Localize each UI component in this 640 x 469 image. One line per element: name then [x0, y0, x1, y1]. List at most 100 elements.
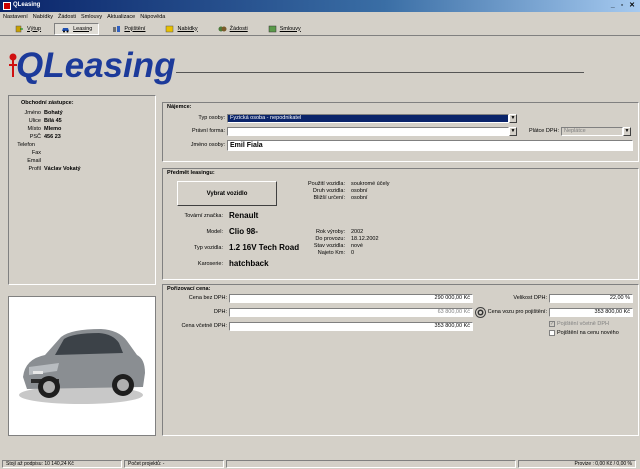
cena-vcetne-dph-input[interactable]: 353 800,00 Kč — [229, 322, 473, 331]
pouziti-vozidla-label: Použití vozidla: — [308, 181, 345, 187]
logo-divider — [176, 72, 584, 73]
vehicle-title: Předmět leasingu: — [167, 170, 215, 176]
dealer-row-ulice: Ulice Bílá 45 — [28, 118, 62, 124]
toolbar-contracts-label: Smlouvy — [279, 25, 301, 32]
toolbar-requests-button[interactable]: Žádosti — [211, 23, 255, 35]
cena-vcetne-dph-label: Cena včetně DPH: — [181, 323, 227, 329]
toolbar-insurance-button[interactable]: Pojištění — [105, 23, 152, 35]
checkmark-icon: ✓ — [549, 321, 555, 327]
dealer-row-telefon: Telefon — [17, 142, 35, 148]
toolbar-insurance-label: Pojištění — [124, 25, 146, 32]
toolbar-offers-label: Nabídky — [177, 25, 198, 32]
jmeno-osoby-input[interactable]: Emil Fiala — [227, 140, 633, 151]
toolbar-offers-button[interactable]: Nabídky — [158, 23, 204, 35]
chevron-down-icon: ▼ — [510, 128, 516, 134]
lessee-title: Nájemce: — [167, 104, 192, 110]
druh-vozidla-value: osobní — [351, 188, 368, 194]
exit-icon — [15, 25, 24, 33]
platce-dph-select[interactable]: Neplátce — [561, 127, 623, 136]
menu-item-zadosti[interactable]: Žádosti — [58, 14, 76, 20]
offers-icon — [165, 25, 174, 33]
cena-bez-dph-label: Cena bez DPH: — [188, 295, 227, 301]
app-icon — [3, 2, 11, 10]
pravni-forma-select[interactable] — [227, 127, 509, 136]
pouziti-vozidla-value: soukromé účely — [351, 181, 390, 187]
checkbox-box — [549, 330, 555, 336]
insurance-icon — [112, 25, 121, 33]
velikost-dph-label: Velikost DPH: — [513, 295, 547, 301]
stav-vozidla-value: nové — [351, 243, 363, 249]
karoserie-value: hatchback — [229, 259, 269, 268]
druh-vozidla-label: Druh vozidla: — [312, 188, 345, 194]
price-title: Pořizovací cena: — [167, 286, 211, 292]
dph-label: DPH: — [213, 309, 227, 315]
toolbar-leasing-button[interactable]: Leasing — [54, 22, 100, 35]
chevron-down-icon: ▼ — [510, 115, 516, 121]
status-cell-empty — [226, 460, 516, 468]
jmeno-osoby-label: Jméno osoby: — [190, 142, 225, 148]
status-cell-projekty: Počet projektů: - — [124, 460, 224, 468]
pojisteni-vcetne-dph-checkbox[interactable]: ✓ Pojištění včetně DPH — [549, 321, 609, 327]
pojisteni-cena-noveho-label: Pojištění na cenu nového — [557, 330, 619, 336]
contracts-icon — [268, 25, 277, 33]
toolbar-exit-label: Výtup — [27, 25, 42, 32]
price-panel: Pořizovací cena: Cena bez DPH: 290 000,0… — [162, 284, 639, 436]
tovarni-znacka-label: Tovární značka: — [184, 213, 223, 219]
app-logo: QLeasing — [8, 40, 608, 90]
platce-dph-dropdown-button[interactable]: ▼ — [623, 127, 631, 136]
vehicle-panel: Předmět leasingu: Vybrat vozidlo Použití… — [162, 168, 639, 280]
cena-vozu-pojisteni-input[interactable]: 353 800,00 Kč — [549, 308, 633, 317]
dealer-row-email: Email — [27, 158, 41, 164]
do-provozu-label: Do provozu: — [315, 236, 345, 242]
status-cell-podpis: Stojí až podpisu: 10 140,24 Kč — [2, 460, 122, 468]
menu-item-smlouvy[interactable]: Smlouvy — [81, 14, 102, 20]
najeto-km-label: Najeto Km: — [317, 250, 345, 256]
logo-text: QLeasing — [16, 46, 176, 85]
dealer-row-jmeno: Jméno Bohatý — [24, 110, 63, 116]
najeto-km-value: 0 — [351, 250, 355, 256]
tovarni-znacka-value: Renault — [229, 211, 259, 220]
pravni-forma-dropdown-button[interactable]: ▼ — [509, 127, 517, 136]
toolbar: Výtup Leasing Pojištění Nabídky Žádosti … — [0, 22, 640, 36]
model-value: Clio 98- — [229, 227, 258, 236]
rok-vyroby-label: Rok výroby: — [315, 229, 345, 235]
requests-icon — [218, 25, 227, 33]
dealer-row-profil: Profil Václav Vokatý — [28, 166, 81, 172]
velikost-dph-input[interactable]: 22,00 % — [549, 294, 633, 303]
rok-vyroby-value: 2002 — [351, 229, 364, 235]
typ-osoby-dropdown-button[interactable]: ▼ — [509, 114, 517, 123]
stav-vozidla-label: Stav vozidla: — [313, 243, 345, 249]
toolbar-exit-button[interactable]: Výtup — [8, 23, 48, 35]
typ-osoby-select[interactable]: Fyzická osoba - nepodnikatel — [227, 114, 509, 123]
typ-osoby-label: Typ osoby: — [198, 115, 225, 121]
lessee-panel: Nájemce: Typ osoby: Fyzická osoba - nepo… — [162, 102, 639, 162]
window-title: QLeasing — [13, 2, 41, 8]
blizsi-urceni-value: osobní — [351, 195, 368, 201]
dph-input[interactable]: 63 800,00 Kč — [229, 308, 473, 317]
menu-item-nabidky[interactable]: Nabídky — [33, 14, 53, 20]
cena-vozu-pojisteni-label: Cena vozu pro pojištění: — [487, 309, 547, 315]
menu-item-nastaveni[interactable]: Nastavení — [3, 14, 28, 20]
dealer-title: Obchodní zástupce: — [21, 100, 74, 106]
pojisteni-cena-noveho-checkbox[interactable]: Pojištění na cenu nového — [549, 330, 619, 336]
car-icon — [61, 25, 70, 33]
model-label: Model: — [206, 229, 223, 235]
pravni-forma-label: Právní forma: — [191, 128, 225, 134]
chevron-down-icon: ▼ — [624, 128, 630, 134]
window-titlebar: QLeasing _ ▫ ✕ — [0, 0, 640, 12]
menu-item-napoveda[interactable]: Nápověda — [140, 14, 165, 20]
car-photo-image — [19, 329, 145, 404]
dealer-panel: Obchodní zástupce: Jméno Bohatý Ulice Bílá… — [8, 95, 156, 285]
cena-bez-dph-input[interactable]: 290 000,00 Kč — [229, 294, 473, 303]
menu-item-aktualizace[interactable]: Aktualizace — [107, 14, 135, 20]
toolbar-contracts-button[interactable]: Smlouvy — [261, 23, 308, 35]
toolbar-leasing-label: Leasing — [73, 25, 93, 32]
menu-bar: Nastavení Nabídky Žádosti Smlouvy Aktual… — [0, 12, 640, 22]
do-provozu-value: 18.12.2002 — [351, 236, 379, 242]
dealer-row-psc: PSČ 456 23 — [29, 134, 61, 140]
status-cell-provize: Provize : 0,00 Kč / 0,00 % — [518, 460, 636, 468]
status-bar: Stojí až podpisu: 10 140,24 Kč Počet pro… — [0, 459, 640, 469]
karoserie-label: Karoserie: — [197, 261, 223, 267]
select-vehicle-button[interactable]: Vybrat vozidlo — [177, 181, 277, 206]
window-controls[interactable]: _ ▫ ✕ — [611, 1, 637, 9]
